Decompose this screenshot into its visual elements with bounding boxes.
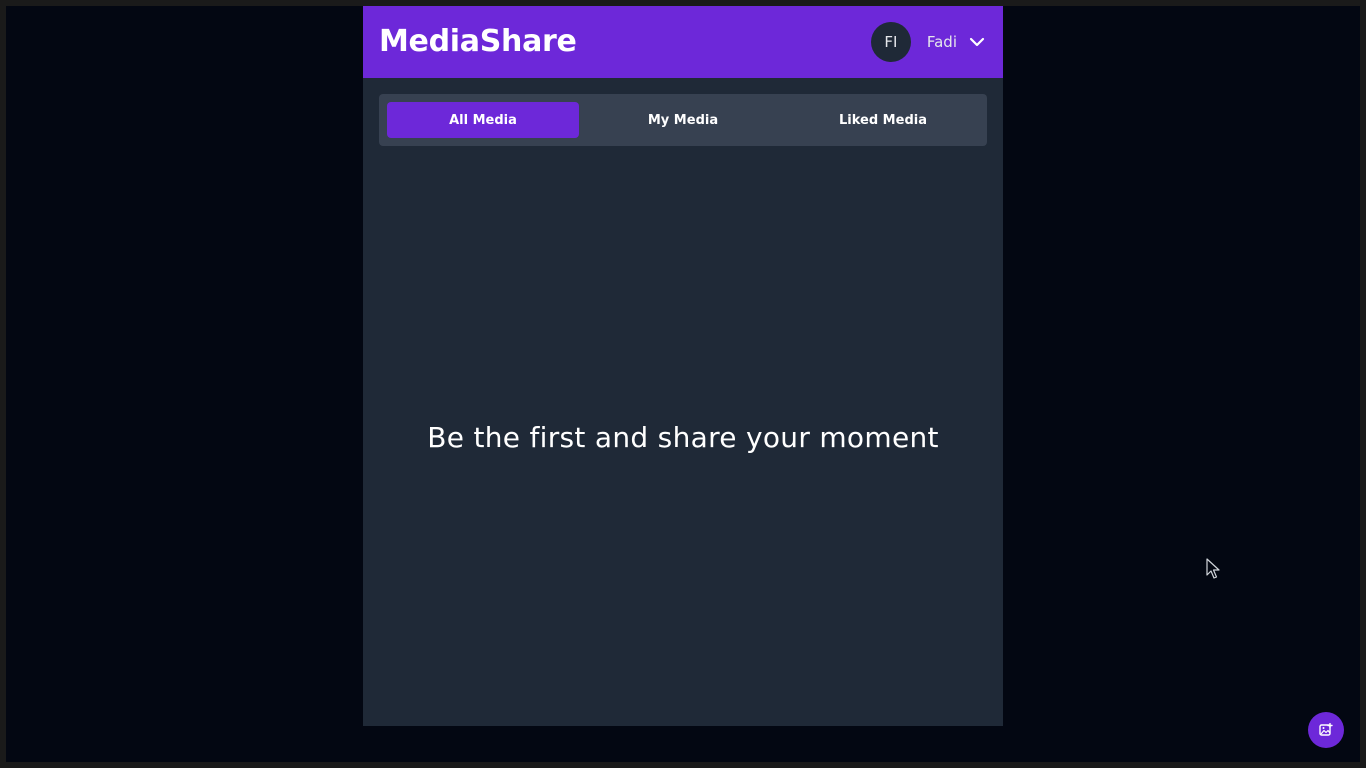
header: MediaShare FI Fadi (363, 6, 1003, 78)
image-plus-icon (1319, 723, 1333, 737)
user-menu[interactable]: FI Fadi (870, 22, 987, 62)
brand-title: MediaShare (379, 24, 577, 59)
user-name[interactable]: Fadi (927, 33, 957, 51)
upload-media-button[interactable] (1308, 712, 1344, 748)
tab-all-media[interactable]: All Media (387, 102, 579, 138)
chevron-down-icon[interactable] (967, 32, 987, 52)
tab-liked-media[interactable]: Liked Media (787, 102, 979, 138)
empty-state-message: Be the first and share your moment (427, 421, 939, 454)
media-tabs: All Media My Media Liked Media (379, 94, 987, 146)
cursor-icon (1206, 558, 1222, 580)
tab-my-media[interactable]: My Media (587, 102, 779, 138)
desktop-background: MediaShare FI Fadi All Media My Media Li… (6, 6, 1360, 762)
avatar[interactable]: FI (870, 22, 911, 62)
app-container: MediaShare FI Fadi All Media My Media Li… (363, 6, 1003, 726)
